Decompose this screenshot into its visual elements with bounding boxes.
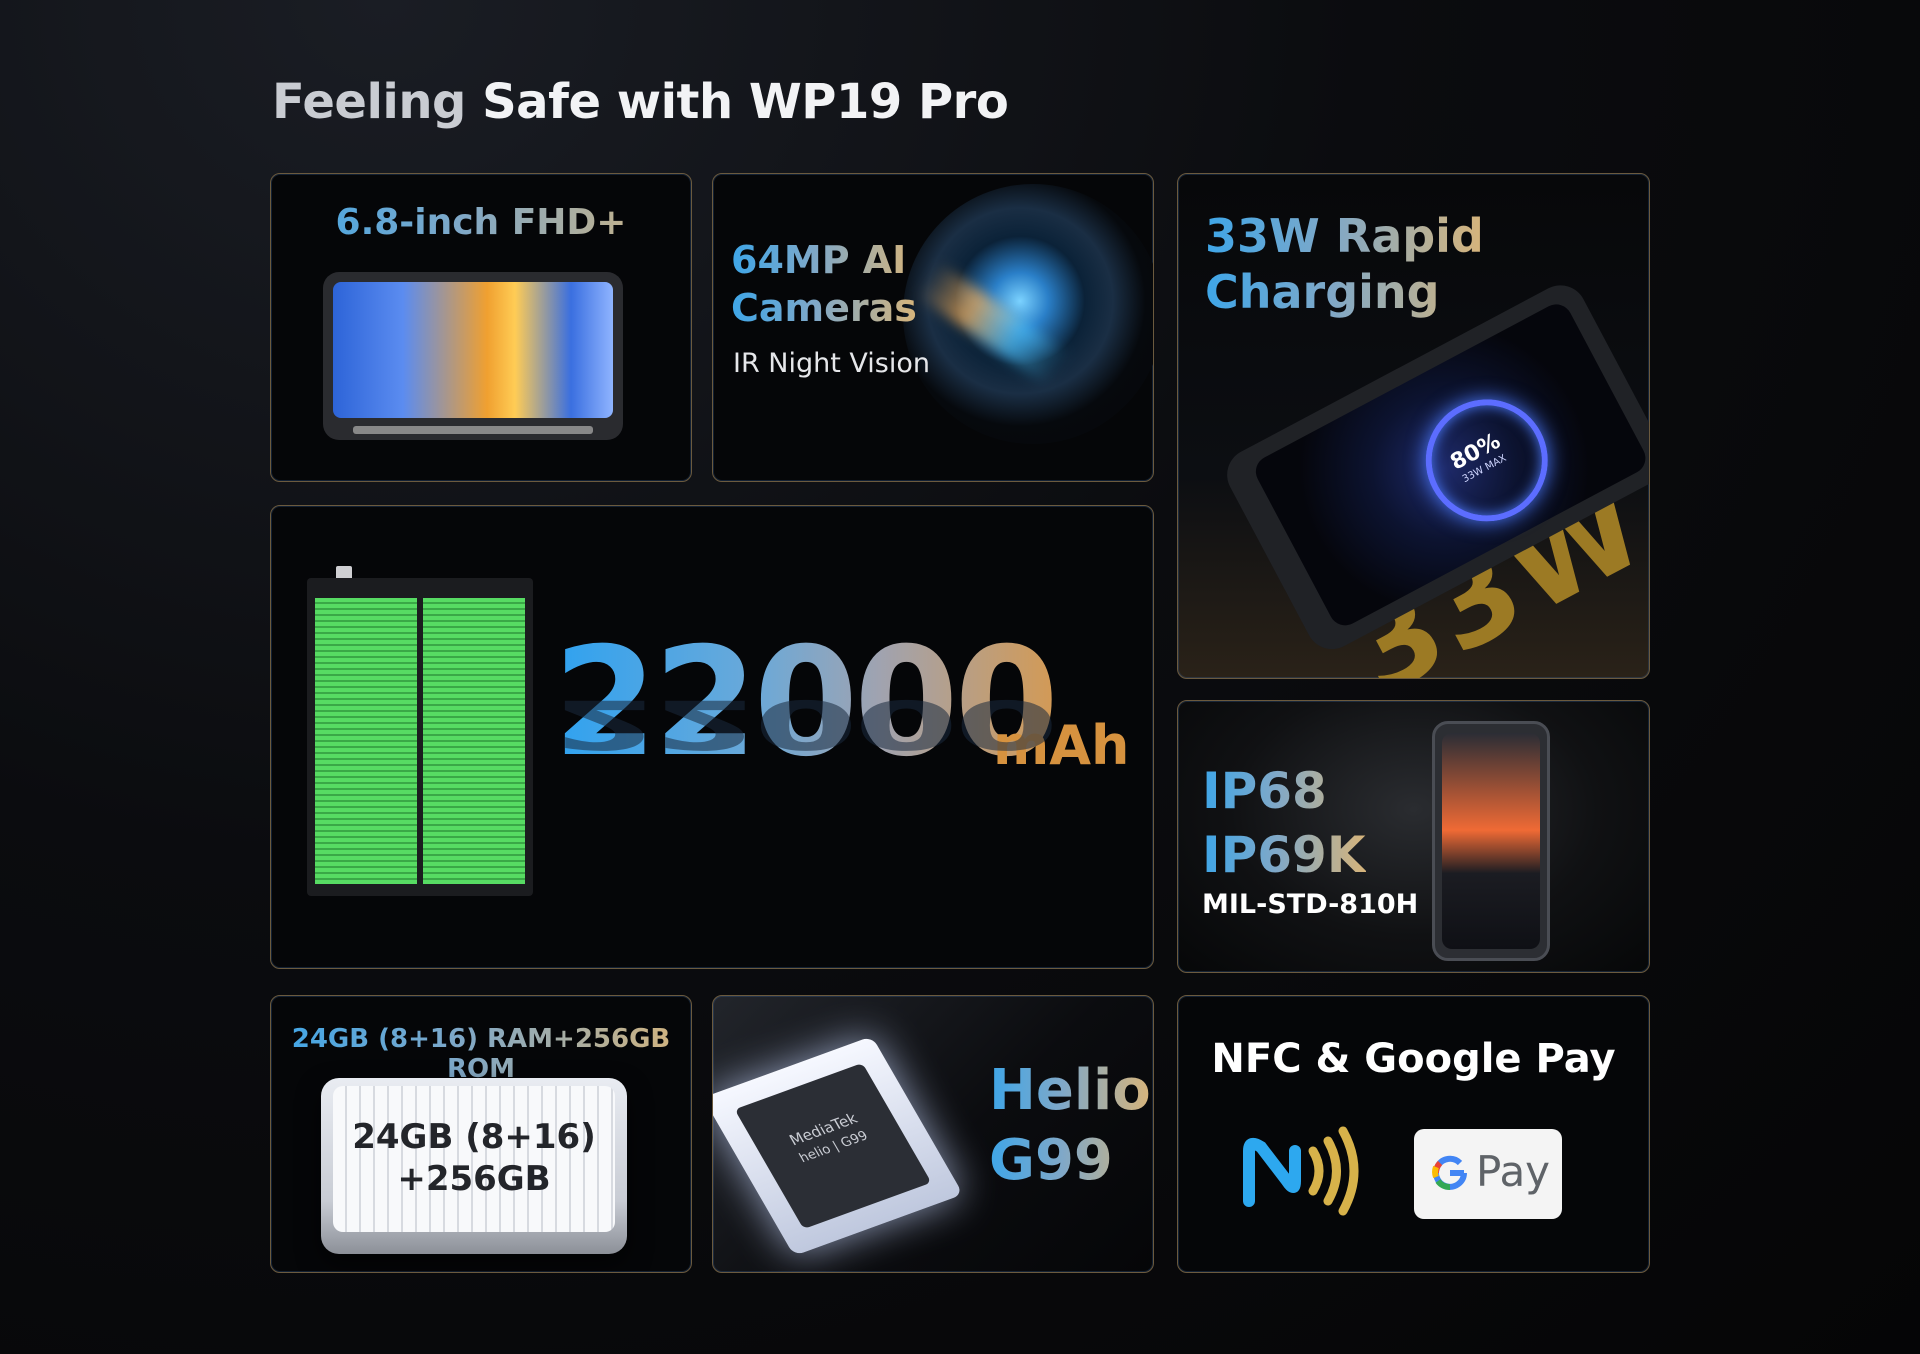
memory-card: 24GB (8+16) RAM+256GB ROM 24GB (8+16) +2… (270, 995, 692, 1273)
camera-label-line1: 64MP AI (731, 238, 907, 282)
charging-label-line2: Charging (1205, 265, 1440, 319)
processor-line2: G99 (989, 1128, 1113, 1193)
camera-label: 64MP AI Cameras (731, 236, 917, 332)
battery-icon (307, 578, 533, 896)
processor-chip-image: MediaTek helio | G99 (713, 1036, 964, 1256)
charging-card: 33W Rapid Charging 33W 80% 33W MAX (1177, 173, 1650, 679)
memory-chip-image: 24GB (8+16) +256GB (321, 1078, 627, 1254)
camera-lens-image (903, 184, 1153, 444)
charging-label-line1: 33W Rapid (1205, 209, 1484, 263)
google-pay-text: Pay (1476, 1147, 1551, 1196)
battery-card: 22000 mAh 22000 (270, 505, 1154, 969)
charging-label: 33W Rapid Charging (1205, 208, 1484, 320)
camera-sub: IR Night Vision (733, 348, 931, 379)
protection-ratings: IP68 IP69K (1202, 759, 1366, 887)
protection-mil-std: MIL-STD-810H (1202, 889, 1419, 920)
memory-chip-line1: 24GB (8+16) (352, 1117, 596, 1157)
nfc-icon (1243, 1126, 1359, 1216)
display-phone-image (323, 272, 623, 440)
payment-card: NFC & Google Pay Pay (1177, 995, 1650, 1273)
display-label: 6.8-inch FHD+ (271, 202, 691, 243)
processor-line1: Helio (989, 1058, 1151, 1123)
memory-label: 24GB (8+16) RAM+256GB ROM (271, 1024, 691, 1084)
page-title: Feeling Safe with WP19 Pro (272, 74, 1009, 130)
processor-card: MediaTek helio | G99 Helio G99 (712, 995, 1154, 1273)
protection-phone-image (1432, 721, 1550, 961)
title-prefix: Feeling (272, 74, 483, 130)
title-main: Safe with WP19 Pro (482, 74, 1009, 130)
battery-reflection: 22000 (553, 684, 1055, 763)
protection-card: IP68 IP69K MIL-STD-810H (1177, 700, 1650, 973)
camera-label-line2: Cameras (731, 286, 917, 330)
memory-chip-text: 24GB (8+16) +256GB (321, 1116, 627, 1200)
protection-ip68: IP68 (1202, 762, 1327, 820)
google-g-icon (1432, 1155, 1467, 1190)
payment-label: NFC & Google Pay (1211, 1036, 1616, 1082)
processor-label: Helio G99 (989, 1056, 1151, 1196)
display-card: 6.8-inch FHD+ (270, 173, 692, 482)
protection-ip69k: IP69K (1202, 826, 1366, 884)
google-pay-badge: Pay (1414, 1129, 1562, 1219)
memory-chip-line2: +256GB (397, 1159, 551, 1199)
camera-card: 64MP AI Cameras IR Night Vision (712, 173, 1154, 482)
